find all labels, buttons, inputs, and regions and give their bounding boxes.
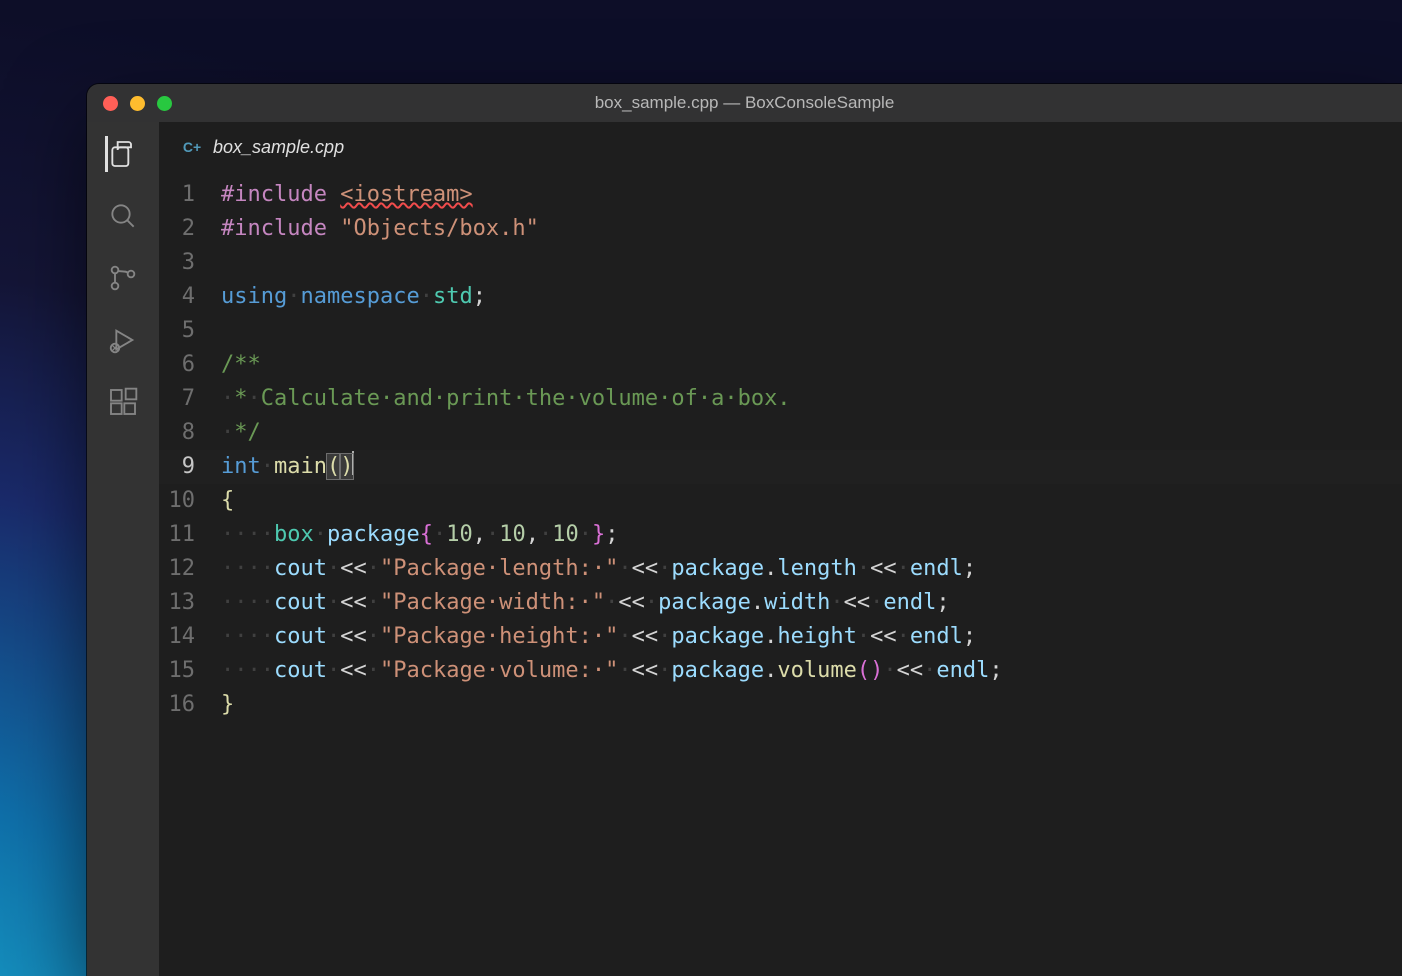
code-line[interactable]: 8·*/ xyxy=(159,416,1402,450)
traffic-lights xyxy=(103,96,172,111)
line-content[interactable] xyxy=(221,314,1402,348)
line-content[interactable]: #include <iostream> xyxy=(221,178,1402,212)
code-line[interactable]: 9int·main() xyxy=(159,450,1402,484)
code-line[interactable]: 6/** xyxy=(159,348,1402,382)
line-content[interactable]: ····cout·<<·"Package·width:·"·<<·package… xyxy=(221,586,1402,620)
line-number[interactable]: 7 xyxy=(159,382,221,416)
titlebar[interactable]: box_sample.cpp — BoxConsoleSample xyxy=(87,84,1402,122)
line-number[interactable]: 8 xyxy=(159,416,221,450)
line-number[interactable]: 11 xyxy=(159,518,221,552)
line-number[interactable]: 9 xyxy=(159,450,221,484)
line-content[interactable]: int·main() xyxy=(221,450,1402,484)
vscode-window: box_sample.cpp — BoxConsoleSample xyxy=(87,84,1402,976)
line-number[interactable]: 16 xyxy=(159,688,221,722)
window-body: C+ box_sample.cpp 1#include <iostream>2#… xyxy=(87,122,1402,976)
line-number[interactable]: 10 xyxy=(159,484,221,518)
line-content[interactable] xyxy=(221,246,1402,280)
line-content[interactable]: ····cout·<<·"Package·volume:·"·<<·packag… xyxy=(221,654,1402,688)
code-line[interactable]: 12····cout·<<·"Package·length:·"·<<·pack… xyxy=(159,552,1402,586)
line-content[interactable]: ····box·package{·10,·10,·10·}; xyxy=(221,518,1402,552)
code-line[interactable]: 14····cout·<<·"Package·height:·"·<<·pack… xyxy=(159,620,1402,654)
code-line[interactable]: 4using·namespace·std; xyxy=(159,280,1402,314)
code-line[interactable]: 13····cout·<<·"Package·width:·"·<<·packa… xyxy=(159,586,1402,620)
line-number[interactable]: 1 xyxy=(159,178,221,212)
line-content[interactable]: ·*/ xyxy=(221,416,1402,450)
explorer-icon[interactable] xyxy=(105,136,141,172)
extensions-icon[interactable] xyxy=(105,384,141,420)
line-content[interactable]: using·namespace·std; xyxy=(221,280,1402,314)
line-content[interactable]: { xyxy=(221,484,1402,518)
minimize-button[interactable] xyxy=(130,96,145,111)
code-line[interactable]: 15····cout·<<·"Package·volume:·"·<<·pack… xyxy=(159,654,1402,688)
text-cursor xyxy=(352,451,354,475)
line-number[interactable]: 6 xyxy=(159,348,221,382)
zoom-button[interactable] xyxy=(157,96,172,111)
debug-icon[interactable] xyxy=(105,322,141,358)
code-line[interactable]: 5 xyxy=(159,314,1402,348)
line-content[interactable]: /** xyxy=(221,348,1402,382)
line-content[interactable]: #include "Objects/box.h" xyxy=(221,212,1402,246)
code-line[interactable]: 7·*·Calculate·and·print·the·volume·of·a·… xyxy=(159,382,1402,416)
line-number[interactable]: 12 xyxy=(159,552,221,586)
line-content[interactable]: ····cout·<<·"Package·height:·"·<<·packag… xyxy=(221,620,1402,654)
tab-box-sample-cpp[interactable]: C+ box_sample.cpp xyxy=(159,122,366,172)
line-number[interactable]: 15 xyxy=(159,654,221,688)
code-editor[interactable]: 1#include <iostream>2#include "Objects/b… xyxy=(159,172,1402,976)
line-number[interactable]: 5 xyxy=(159,314,221,348)
line-content[interactable]: } xyxy=(221,688,1402,722)
editor-group: C+ box_sample.cpp 1#include <iostream>2#… xyxy=(159,122,1402,976)
scm-icon[interactable] xyxy=(105,260,141,296)
line-number[interactable]: 3 xyxy=(159,246,221,280)
window-title: box_sample.cpp — BoxConsoleSample xyxy=(87,93,1402,113)
line-content[interactable]: ·*·Calculate·and·print·the·volume·of·a·b… xyxy=(221,382,1402,416)
tab-bar[interactable]: C+ box_sample.cpp xyxy=(159,122,1402,172)
code-line[interactable]: 3 xyxy=(159,246,1402,280)
line-number[interactable]: 13 xyxy=(159,586,221,620)
code-line[interactable]: 11····box·package{·10,·10,·10·}; xyxy=(159,518,1402,552)
code-line[interactable]: 1#include <iostream> xyxy=(159,178,1402,212)
tab-filename: box_sample.cpp xyxy=(213,137,344,158)
code-line[interactable]: 2#include "Objects/box.h" xyxy=(159,212,1402,246)
line-number[interactable]: 2 xyxy=(159,212,221,246)
line-number[interactable]: 14 xyxy=(159,620,221,654)
code-line[interactable]: 16} xyxy=(159,688,1402,722)
search-icon[interactable] xyxy=(105,198,141,234)
line-content[interactable]: ····cout·<<·"Package·length:·"·<<·packag… xyxy=(221,552,1402,586)
line-number[interactable]: 4 xyxy=(159,280,221,314)
activity-bar xyxy=(87,122,159,976)
cpp-file-icon: C+ xyxy=(181,136,203,158)
close-button[interactable] xyxy=(103,96,118,111)
code-line[interactable]: 10{ xyxy=(159,484,1402,518)
